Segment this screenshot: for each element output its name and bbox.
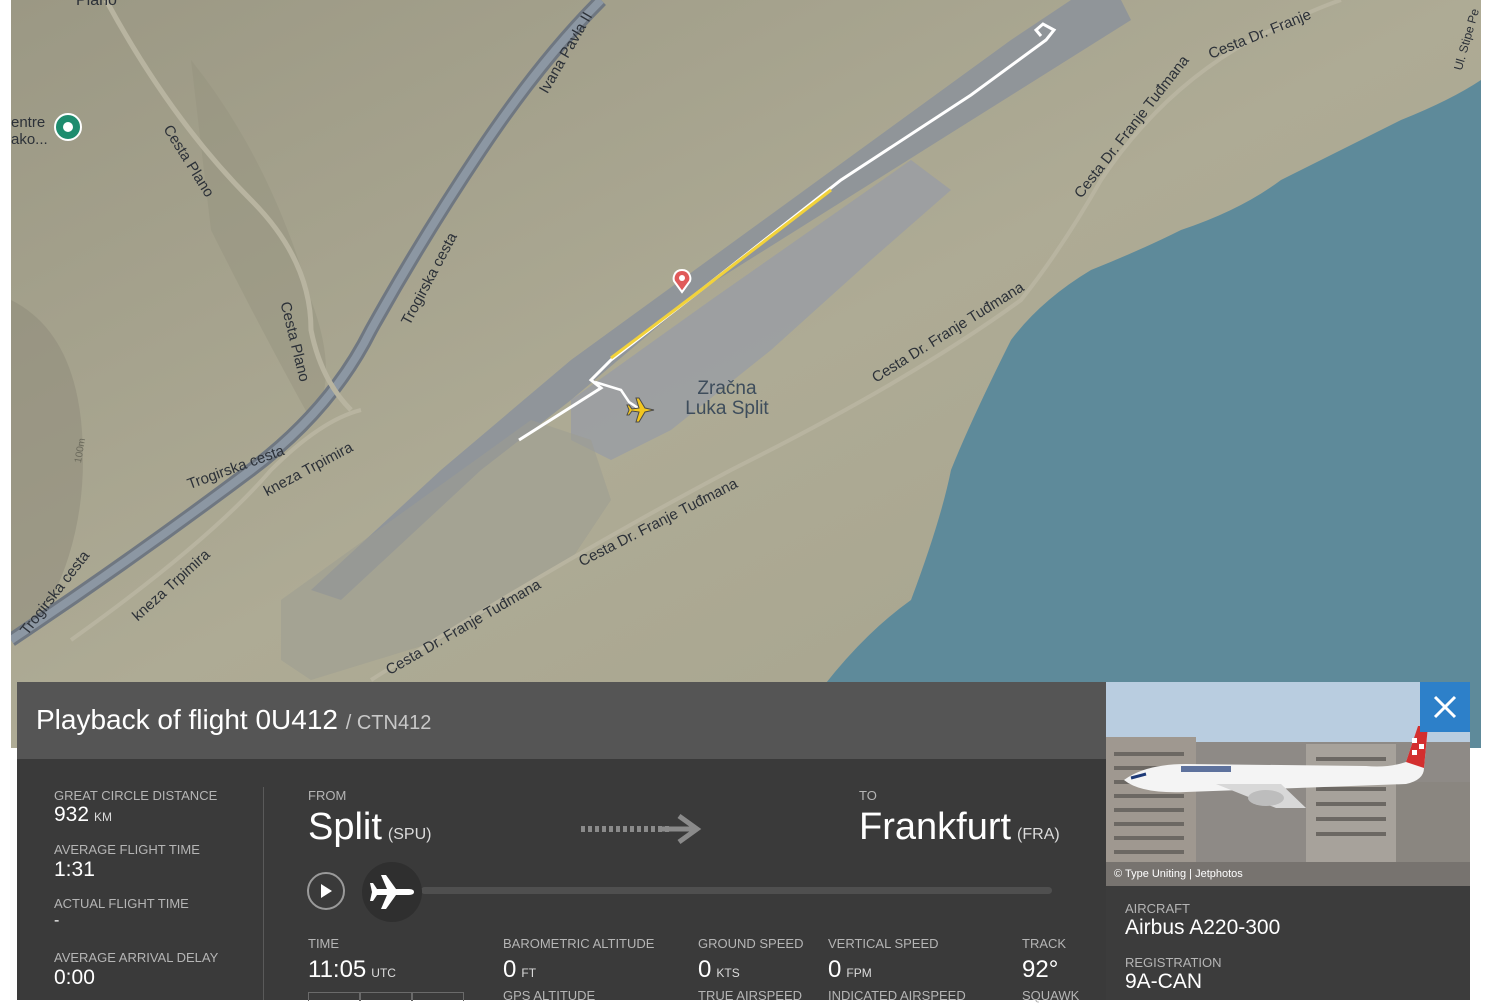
avg-arrival-delay-value: 0:00 [54, 966, 95, 989]
map-label-poi: entre ako... [11, 114, 48, 148]
close-button[interactable] [1420, 682, 1470, 732]
aircraft-value: Airbus A220-300 [1125, 916, 1281, 939]
play-icon [321, 884, 332, 898]
avg-arrival-delay-label: AVERAGE ARRIVAL DELAY [54, 950, 219, 965]
ground-speed-label: GROUND SPEED [698, 936, 804, 951]
gps-altitude-label: GPS ALTITUDE [503, 988, 596, 1003]
avg-flight-time-value: 1:31 [54, 858, 95, 881]
playback-scrubber[interactable] [362, 862, 422, 922]
great-circle-distance-label: GREAT CIRCLE DISTANCE [54, 788, 218, 803]
map-canvas [11, 0, 1481, 748]
close-icon [1433, 695, 1457, 719]
stats-divider [263, 787, 264, 1000]
registration-value: 9A-CAN [1125, 970, 1203, 993]
actual-flight-time-value: - [54, 912, 60, 929]
squawk-label: SQUAWK [1022, 988, 1080, 1003]
plane-icon [370, 875, 414, 909]
flight-callsign: / CTN412 [345, 712, 432, 734]
photo-credit: © Type Uniting | Jetphotos [1114, 868, 1243, 880]
flight-title: Playback of flight 0U412 [36, 704, 338, 735]
baro-altitude-value: 0 FT [503, 956, 537, 983]
aircraft-photo[interactable] [1106, 682, 1470, 886]
play-button[interactable] [307, 872, 345, 910]
arrow-right-icon [581, 813, 702, 845]
true-airspeed-label: TRUE AIRSPEED [698, 988, 803, 1003]
panel-header: Playback of flight 0U412 / CTN412 [17, 682, 1106, 759]
track-value: 92° [1022, 956, 1059, 983]
map-label-airport: Zračna Luka Split [685, 378, 769, 419]
map-label-plano: Plano [76, 0, 117, 9]
playback-progress-track[interactable] [421, 887, 1052, 894]
time-label: TIME [308, 936, 340, 951]
from-label: FROM [308, 788, 347, 803]
time-value: 11:05 UTC [308, 956, 396, 983]
to-city: Frankfurt (FRA) [859, 806, 1060, 848]
panel-title: Playback of flight 0U412 / CTN412 [36, 704, 431, 736]
registration-label: REGISTRATION [1125, 955, 1222, 970]
to-label: TO [859, 788, 877, 803]
baro-altitude-label: BAROMETRIC ALTITUDE [503, 936, 655, 951]
avg-flight-time-label: AVERAGE FLIGHT TIME [54, 842, 200, 857]
poi-icon [54, 113, 82, 141]
aircraft-card: © Type Uniting | Jetphotos AIRCRAFT Airb… [1106, 682, 1470, 1000]
flight-map[interactable]: Plano entre ako... Zračna Luka Split Ces… [11, 0, 1481, 748]
aircraft-label: AIRCRAFT [1125, 901, 1190, 916]
vertical-speed-label: VERTICAL SPEED [828, 936, 939, 951]
indicated-airspeed-label: INDICATED AIRSPEED [828, 988, 966, 1003]
flight-playback-panel: Playback of flight 0U412 / CTN412 GREAT … [17, 682, 1106, 1003]
great-circle-distance-value: 932 KM [54, 803, 113, 826]
actual-flight-time-label: ACTUAL FLIGHT TIME [54, 896, 189, 911]
vertical-speed-value: 0 FPM [828, 956, 872, 983]
from-city: Split (SPU) [308, 806, 432, 848]
ground-speed-value: 0 KTS [698, 956, 740, 983]
track-label: TRACK [1022, 936, 1067, 951]
